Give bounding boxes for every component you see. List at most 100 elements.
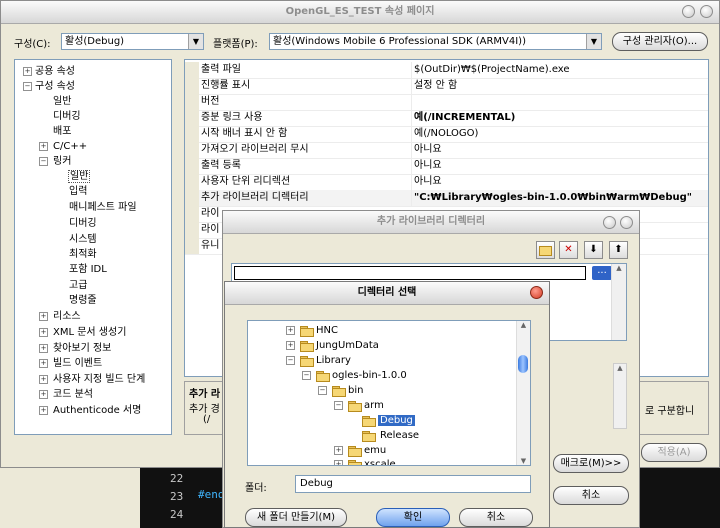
folder-node[interactable]: − Library [286, 353, 351, 368]
collapse-icon[interactable]: − [334, 401, 343, 410]
folder-tree-scrollbar[interactable]: ▲ ▼ [516, 321, 530, 465]
property-value[interactable]: "C:₩Library₩ogles-bin-1.0.0₩bin₩arm₩Debu… [411, 190, 708, 206]
lib-cancel-button[interactable]: 취소 [553, 486, 629, 505]
expand-icon[interactable]: + [334, 460, 343, 465]
expand-icon[interactable]: + [23, 67, 32, 76]
config-manager-button[interactable]: 구성 관리자(O)... [612, 32, 708, 51]
new-folder-button[interactable]: 새 폴더 만들기(M) [245, 508, 347, 527]
tree-item[interactable]: 명령줄 [69, 293, 97, 308]
macro-button[interactable]: 매크로(M)>> [553, 454, 629, 473]
folder-tree[interactable]: + HNC + JungUmData − Library − ogles-bin-1.0… [247, 320, 531, 466]
tree-item[interactable]: + 찾아보기 정보 [37, 341, 111, 356]
delete-line-icon[interactable]: ✕ [559, 241, 578, 259]
platform-select[interactable]: 활성(Windows Mobile 6 Professional SDK (AR… [269, 33, 602, 50]
scroll-down-icon[interactable]: ▼ [517, 457, 530, 465]
tree-item[interactable]: + 리소스 [37, 309, 81, 324]
config-select[interactable]: 활성(Debug) ▼ [61, 33, 204, 50]
folder-node[interactable]: − ogles-bin-1.0.0 [302, 368, 407, 383]
property-row[interactable]: 출력 파일 $(OutDir)₩$(ProjectName).exe [185, 62, 708, 79]
expand-icon[interactable]: + [39, 390, 48, 399]
expand-icon[interactable]: + [286, 341, 295, 350]
property-row[interactable]: 출력 등록 아니요 [185, 158, 708, 175]
tree-item[interactable]: 입력 [69, 184, 87, 199]
close-icon[interactable] [530, 286, 543, 299]
collapse-icon[interactable]: − [23, 82, 32, 91]
folder-node[interactable]: − bin [318, 383, 363, 398]
chevron-down-icon[interactable]: ▼ [188, 34, 203, 49]
collapse-icon[interactable]: − [318, 386, 327, 395]
property-row[interactable]: 증분 링크 사용 예(/INCREMENTAL) [185, 110, 708, 127]
tree-item[interactable]: + Authenticode 서명 [37, 403, 141, 418]
property-value[interactable]: 아니요 [411, 142, 708, 158]
settings-tree[interactable]: + 공용 속성 − 구성 속성 일반 디버깅 배포 + C/C++ − 링커 일반 입력… [14, 59, 172, 435]
expand-icon[interactable]: + [39, 142, 48, 151]
folder-node[interactable]: + JungUmData [286, 338, 379, 353]
expand-icon[interactable]: + [39, 328, 48, 337]
tree-item[interactable]: + 사용자 지정 빌드 단계 [37, 372, 145, 387]
folder-node[interactable]: + HNC [286, 323, 338, 338]
help-title-icon[interactable] [682, 5, 695, 18]
property-value[interactable]: 예(/INCREMENTAL) [411, 110, 708, 126]
collapse-icon[interactable]: − [39, 157, 48, 166]
tree-item[interactable]: + C/C++ [37, 139, 87, 154]
tree-item[interactable]: 디버깅 [69, 216, 97, 231]
expand-icon[interactable]: + [39, 344, 48, 353]
lib-dialog-scrollbar[interactable]: ▲ [613, 363, 627, 429]
expand-icon[interactable]: + [334, 446, 343, 455]
tree-item[interactable]: 최적화 [69, 247, 97, 262]
tree-item[interactable]: 매니페스트 파일 [69, 200, 137, 215]
move-up-icon[interactable]: ⬆ [609, 241, 628, 259]
folder-node-selected[interactable]: Debug [362, 413, 415, 428]
collapse-icon[interactable]: − [286, 356, 295, 365]
expand-icon[interactable]: + [39, 406, 48, 415]
property-value[interactable]: 아니요 [411, 158, 708, 174]
help-title-icon[interactable] [603, 216, 616, 229]
property-value[interactable]: 아니요 [411, 174, 708, 190]
list-scrollbar[interactable]: ▲ [611, 264, 626, 340]
tree-item[interactable]: 고급 [69, 278, 87, 293]
folder-name-input[interactable]: Debug [295, 475, 531, 493]
tree-item-selected[interactable]: 일반 [68, 169, 91, 184]
property-row[interactable]: 사용자 단위 리디렉션 아니요 [185, 174, 708, 191]
folder-node[interactable]: − arm [334, 398, 384, 413]
expand-icon[interactable]: + [39, 375, 48, 384]
browse-button[interactable]: ... [592, 266, 612, 280]
close-title-icon[interactable] [700, 5, 713, 18]
folder-cancel-button[interactable]: 취소 [459, 508, 533, 527]
property-value[interactable]: 설정 안 함 [411, 78, 708, 94]
property-row[interactable]: 진행률 표시 설정 안 함 [185, 78, 708, 95]
chevron-down-icon[interactable]: ▼ [586, 34, 601, 49]
expand-icon[interactable]: + [286, 326, 295, 335]
folder-node[interactable]: + emu [334, 443, 386, 458]
tree-item[interactable]: 포함 IDL [69, 262, 107, 277]
tree-item[interactable]: − 구성 속성 [21, 79, 75, 94]
close-title-icon[interactable] [620, 216, 633, 229]
expand-icon[interactable]: + [39, 312, 48, 321]
tree-item[interactable]: 시스템 [69, 232, 97, 247]
folder-node[interactable]: + xscale [334, 457, 396, 465]
directory-edit-field[interactable] [234, 266, 586, 280]
ok-button[interactable]: 확인 [376, 508, 450, 527]
tree-item[interactable]: 일반 [53, 94, 71, 109]
tree-item[interactable]: 디버깅 [53, 109, 81, 124]
tree-item[interactable]: 배포 [53, 124, 71, 139]
scroll-thumb[interactable] [518, 355, 528, 373]
folder-node[interactable]: Release [362, 428, 419, 443]
property-value[interactable] [411, 94, 708, 110]
property-value[interactable]: $(OutDir)₩$(ProjectName).exe [411, 62, 708, 78]
tree-item[interactable]: + 공용 속성 [21, 64, 75, 79]
property-row[interactable]: 시작 배너 표시 안 함 예(/NOLOGO) [185, 126, 708, 143]
property-row[interactable]: 가져오기 라이브러리 무시 아니요 [185, 142, 708, 159]
scroll-up-icon[interactable]: ▲ [517, 321, 530, 329]
property-row-selected[interactable]: 추가 라이브러리 디렉터리 "C:₩Library₩ogles-bin-1.0.0… [185, 190, 708, 207]
tree-item[interactable]: + XML 문서 생성기 [37, 325, 126, 340]
tree-item[interactable]: − 링커 [37, 154, 71, 169]
move-down-icon[interactable]: ⬇ [584, 241, 603, 259]
apply-button[interactable]: 적용(A) [641, 443, 707, 462]
collapse-icon[interactable]: − [302, 371, 311, 380]
expand-icon[interactable]: + [39, 359, 48, 368]
property-row[interactable]: 버전 [185, 94, 708, 111]
tree-item[interactable]: + 빌드 이벤트 [37, 356, 102, 371]
tree-item[interactable]: + 코드 분석 [37, 387, 93, 402]
new-line-folder-icon[interactable] [536, 241, 555, 259]
